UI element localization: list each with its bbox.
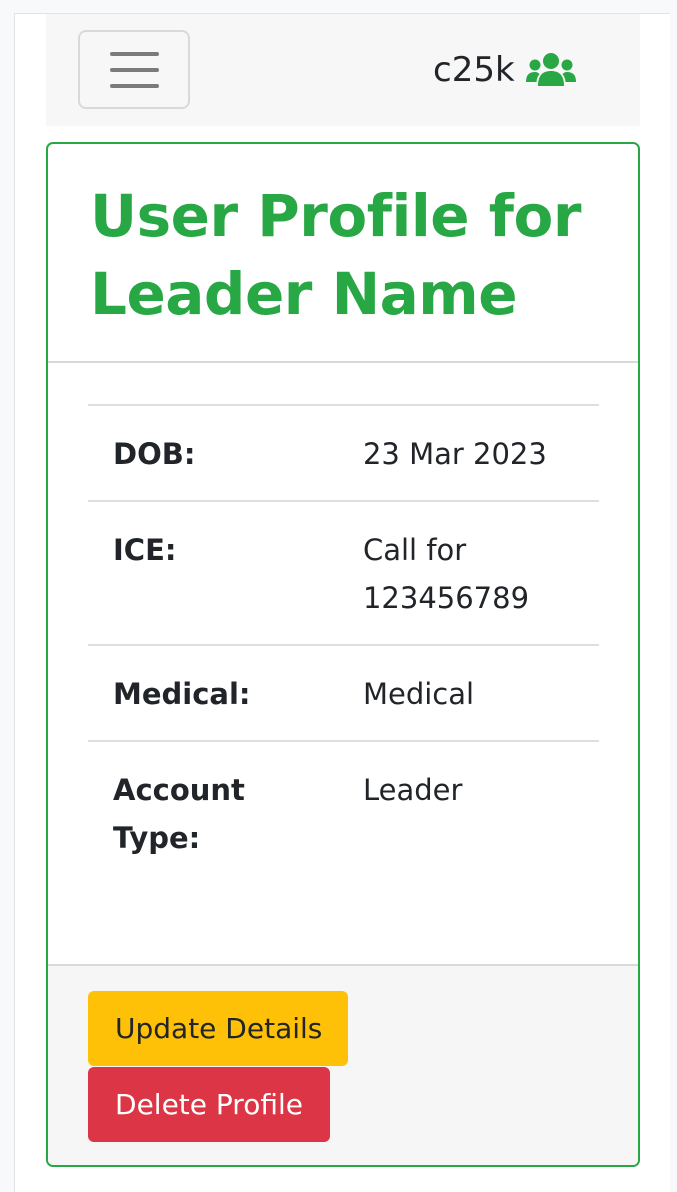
update-details-button[interactable]: Update Details — [88, 991, 348, 1066]
card-footer: Update Details Delete Profile — [48, 964, 638, 1165]
users-icon — [525, 53, 576, 86]
account-type-label: Account Type: — [113, 773, 245, 855]
dob-value: 23 Mar 2023 — [362, 437, 547, 471]
delete-profile-button[interactable]: Delete Profile — [88, 1067, 330, 1142]
profile-table: DOB: 23 Mar 2023 ICE: Call for 123456789… — [88, 404, 599, 884]
medical-value: Medical — [362, 677, 475, 711]
navbar-brand[interactable]: c25k — [433, 50, 577, 90]
brand-text: c25k — [433, 50, 515, 90]
account-type-value: Leader — [362, 773, 463, 807]
ice-label: ICE: — [113, 533, 177, 567]
ice-value: Call for 123456789 — [362, 533, 530, 615]
table-row: ICE: Call for 123456789 — [88, 501, 599, 645]
profile-card: User Profile for Leader Name DOB: 23 Mar… — [46, 142, 640, 1167]
navbar-toggler-button[interactable] — [78, 30, 190, 109]
table-row: Account Type: Leader — [88, 741, 599, 884]
dob-label: DOB: — [113, 437, 196, 471]
table-row: DOB: 23 Mar 2023 — [88, 405, 599, 501]
medical-label: Medical: — [113, 677, 251, 711]
card-header: User Profile for Leader Name — [48, 144, 638, 363]
navbar: c25k — [46, 14, 640, 126]
page-title: User Profile for Leader Name — [90, 182, 581, 328]
table-row: Medical: Medical — [88, 645, 599, 741]
page: c25k User Profile for Leader Name DOB: 2… — [14, 13, 670, 1192]
